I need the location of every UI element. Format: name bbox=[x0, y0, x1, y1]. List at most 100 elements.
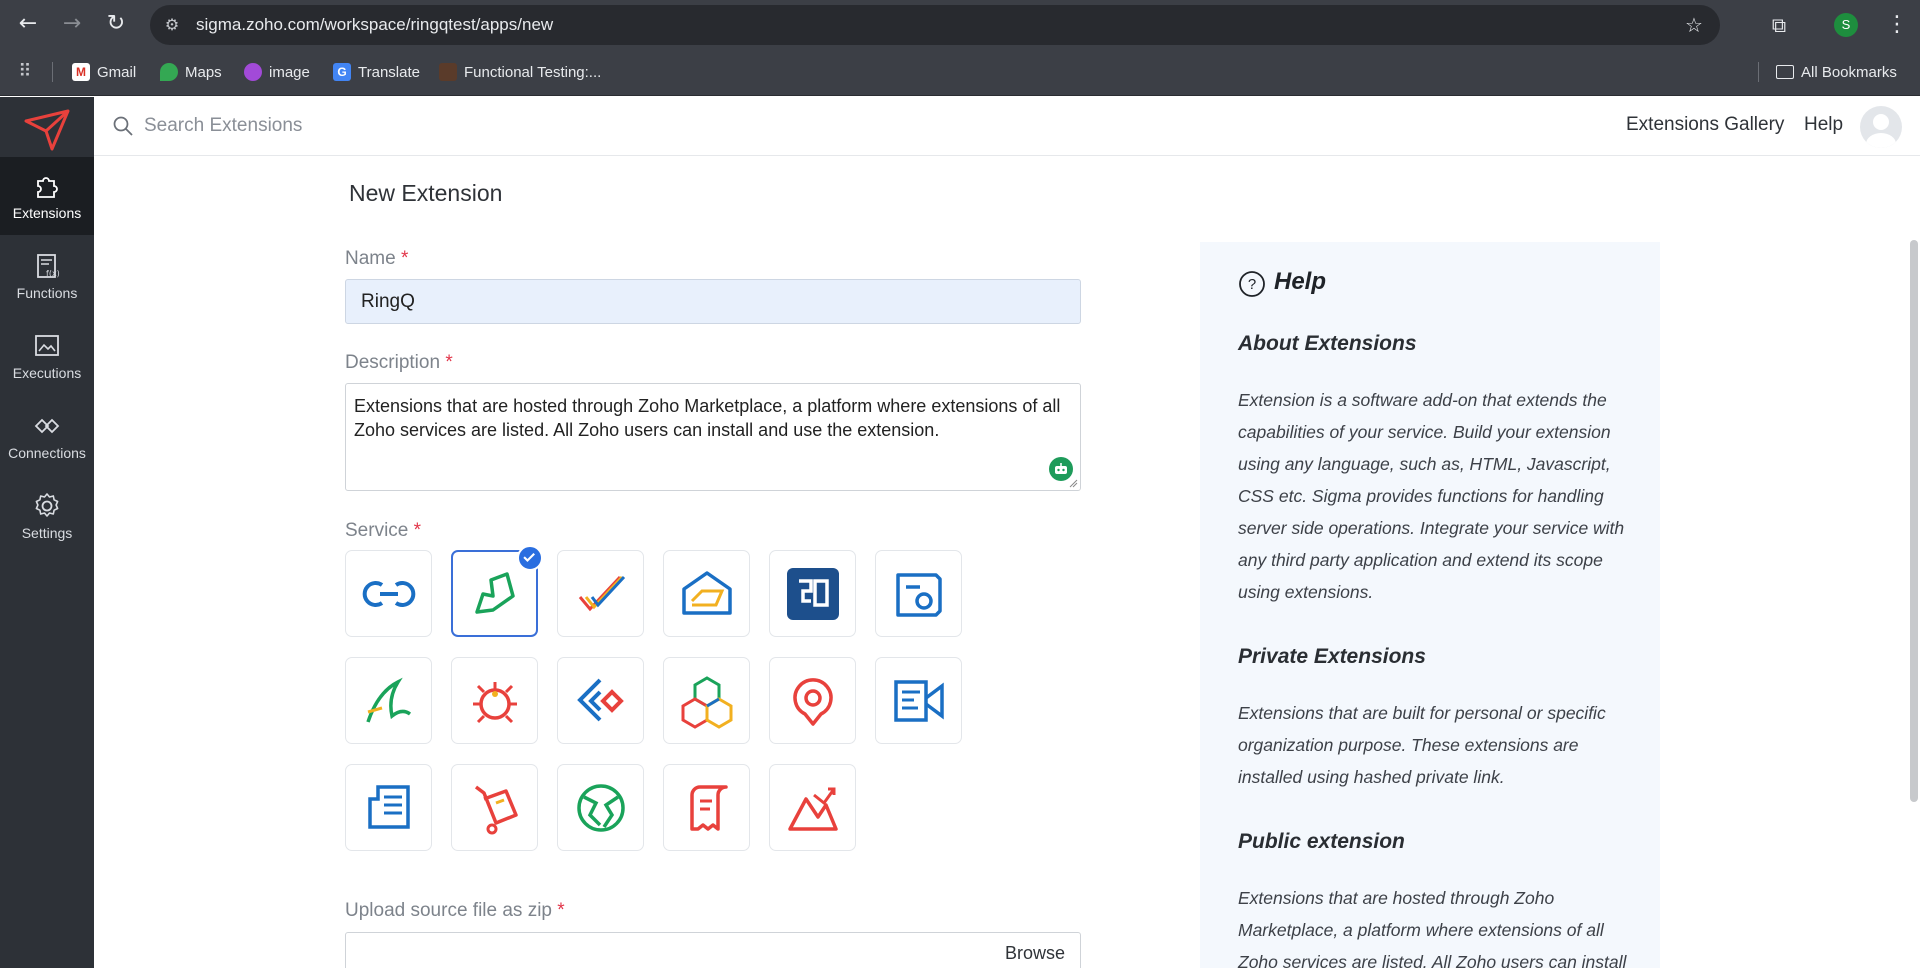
browser-toolbar: ← → ↻ ⚙ sigma.zoho.com/workspace/ringqte… bbox=[0, 0, 1920, 48]
service-tile-zoho-workdrive[interactable] bbox=[557, 657, 644, 744]
search-icon bbox=[113, 116, 133, 136]
app-sidebar: Extensions f(x) Functions Executions Con… bbox=[0, 97, 94, 968]
service-tile-zoho-inventory[interactable] bbox=[451, 764, 538, 851]
bookmark-maps[interactable]: Maps bbox=[160, 60, 222, 84]
service-tile-zoho-sign[interactable] bbox=[345, 657, 432, 744]
sidebar-item-connections[interactable]: Connections bbox=[0, 397, 94, 475]
sidebar-item-label: Executions bbox=[12, 365, 82, 381]
zoho-bugtracker-icon bbox=[473, 682, 517, 724]
service-tile-zoho-bookings[interactable] bbox=[875, 550, 962, 637]
help-link[interactable]: Help bbox=[1804, 114, 1843, 136]
service-tile-zoho-recruit[interactable] bbox=[769, 657, 856, 744]
service-label: Service * bbox=[345, 520, 421, 542]
service-tile-zoho-projects[interactable] bbox=[557, 550, 644, 637]
bookmark-label: Functional Testing:... bbox=[464, 63, 602, 81]
zoho-sign-icon bbox=[366, 677, 412, 723]
sidebar-item-extensions[interactable]: Extensions bbox=[0, 157, 94, 235]
apps-grid-icon[interactable]: ⠿ bbox=[14, 61, 36, 83]
page-scrollbar[interactable] bbox=[1910, 240, 1918, 802]
functions-icon: f(x) bbox=[37, 254, 60, 278]
avatar[interactable] bbox=[1860, 106, 1902, 148]
bookmark-label: Gmail bbox=[97, 63, 137, 81]
service-tile-zoho-analytics[interactable] bbox=[769, 764, 856, 851]
help-title: Help bbox=[1274, 268, 1327, 295]
svg-text:f(x): f(x) bbox=[46, 269, 60, 278]
name-label-text: Name bbox=[345, 248, 396, 269]
bookmark-divider bbox=[52, 62, 53, 82]
forward-icon[interactable]: → bbox=[58, 10, 86, 38]
extensions-puzzle-icon[interactable]: ⧉ bbox=[1764, 10, 1794, 40]
help-paragraph: Extension is a software add-on that exte… bbox=[1238, 390, 1625, 602]
search-input[interactable] bbox=[144, 109, 644, 143]
zoho-projects-icon bbox=[578, 575, 626, 612]
sidebar-item-label: Extensions bbox=[12, 205, 82, 221]
help-paragraph: Extensions that are hosted through Zoho … bbox=[1238, 888, 1627, 968]
site-info-icon[interactable]: ⚙ bbox=[160, 13, 184, 37]
bookmark-functional-testing[interactable]: Functional Testing:... bbox=[439, 60, 601, 84]
upload-label: Upload source file as zip * bbox=[345, 900, 565, 922]
service-tile-zoho-cliq[interactable] bbox=[769, 550, 856, 637]
service-tile-zoho-crm[interactable] bbox=[345, 550, 432, 637]
address-url[interactable]: sigma.zoho.com/workspace/ringqtest/apps/… bbox=[196, 5, 553, 45]
address-bar[interactable]: ⚙ sigma.zoho.com/workspace/ringqtest/app… bbox=[150, 5, 1720, 45]
user-avatar-icon bbox=[1866, 114, 1896, 148]
executions-icon bbox=[35, 335, 59, 356]
bookmark-gmail[interactable]: M Gmail bbox=[72, 60, 136, 84]
upload-zip-field[interactable]: Browse bbox=[345, 932, 1081, 968]
bookmark-label: image bbox=[269, 63, 310, 81]
help-heading: Public extension bbox=[1238, 830, 1405, 853]
svg-text:?: ? bbox=[1248, 276, 1256, 293]
bookmark-label: Translate bbox=[358, 63, 420, 81]
bookmark-translate[interactable]: G Translate bbox=[333, 60, 420, 84]
zoho-crm-icon bbox=[362, 581, 416, 607]
maps-icon bbox=[160, 63, 178, 81]
bookmarks-bar: ⠿ M Gmail Maps image G Translate Functio… bbox=[0, 48, 1920, 96]
sigma-logo-icon[interactable] bbox=[22, 107, 72, 153]
bookmark-divider bbox=[1758, 62, 1759, 82]
name-label: Name * bbox=[345, 248, 408, 270]
zoho-bookings-icon bbox=[896, 573, 942, 617]
browser-menu-icon[interactable]: ⋮ bbox=[1886, 10, 1908, 40]
service-tile-zoho-campaigns[interactable] bbox=[875, 657, 962, 744]
resize-handle-icon[interactable] bbox=[1068, 478, 1078, 488]
all-bookmarks-label: All Bookmarks bbox=[1801, 63, 1897, 81]
bookmark-image[interactable]: image bbox=[244, 60, 310, 84]
name-field[interactable] bbox=[345, 279, 1081, 324]
zoho-workdrive-icon bbox=[577, 678, 624, 722]
extensions-gallery-link[interactable]: Extensions Gallery bbox=[1626, 114, 1784, 136]
service-tile-zoho-bugtracker[interactable] bbox=[451, 657, 538, 744]
reload-icon[interactable]: ↻ bbox=[102, 10, 130, 38]
bookmark-star-icon[interactable]: ☆ bbox=[1680, 11, 1708, 39]
gmail-icon: M bbox=[72, 63, 90, 81]
service-tile-zoho-creator[interactable] bbox=[663, 657, 750, 744]
service-tile-zoho-writer[interactable] bbox=[345, 764, 432, 851]
all-bookmarks[interactable]: All Bookmarks bbox=[1776, 60, 1897, 84]
sidebar-item-functions[interactable]: f(x) Functions bbox=[0, 237, 94, 315]
sidebar-item-label: Settings bbox=[21, 525, 73, 541]
profile-avatar[interactable]: S bbox=[1834, 13, 1858, 37]
connections-icon bbox=[34, 418, 60, 434]
gear-icon bbox=[35, 493, 59, 517]
zoho-analytics-icon bbox=[788, 787, 838, 831]
sidebar-item-label: Functions bbox=[16, 285, 78, 301]
zoho-inventory-icon bbox=[474, 785, 518, 835]
zoho-writer-icon bbox=[368, 785, 410, 829]
app-header: Extensions Gallery Help bbox=[94, 97, 1920, 156]
service-label-text: Service bbox=[345, 520, 409, 541]
service-tile-zoho-invoice[interactable] bbox=[663, 764, 750, 851]
upload-label-text: Upload source file as zip bbox=[345, 900, 552, 921]
back-icon[interactable]: ← bbox=[14, 10, 42, 38]
help-panel: ? Help About Extensions Extension is a s… bbox=[1200, 242, 1660, 968]
zoho-cliq-icon bbox=[787, 568, 839, 620]
description-field[interactable]: Extensions that are hosted through Zoho … bbox=[345, 383, 1081, 491]
service-tile-zoho-sites[interactable] bbox=[557, 764, 644, 851]
functional-testing-icon bbox=[439, 63, 457, 81]
translate-icon: G bbox=[333, 63, 351, 81]
required-marker: * bbox=[557, 900, 565, 921]
sidebar-item-executions[interactable]: Executions bbox=[0, 317, 94, 395]
sidebar-item-settings[interactable]: Settings bbox=[0, 477, 94, 555]
description-label: Description * bbox=[345, 352, 453, 374]
service-tile-zoho-mail[interactable] bbox=[663, 550, 750, 637]
browse-button[interactable]: Browse bbox=[1005, 943, 1065, 964]
question-circle-icon: ? bbox=[1239, 271, 1265, 297]
